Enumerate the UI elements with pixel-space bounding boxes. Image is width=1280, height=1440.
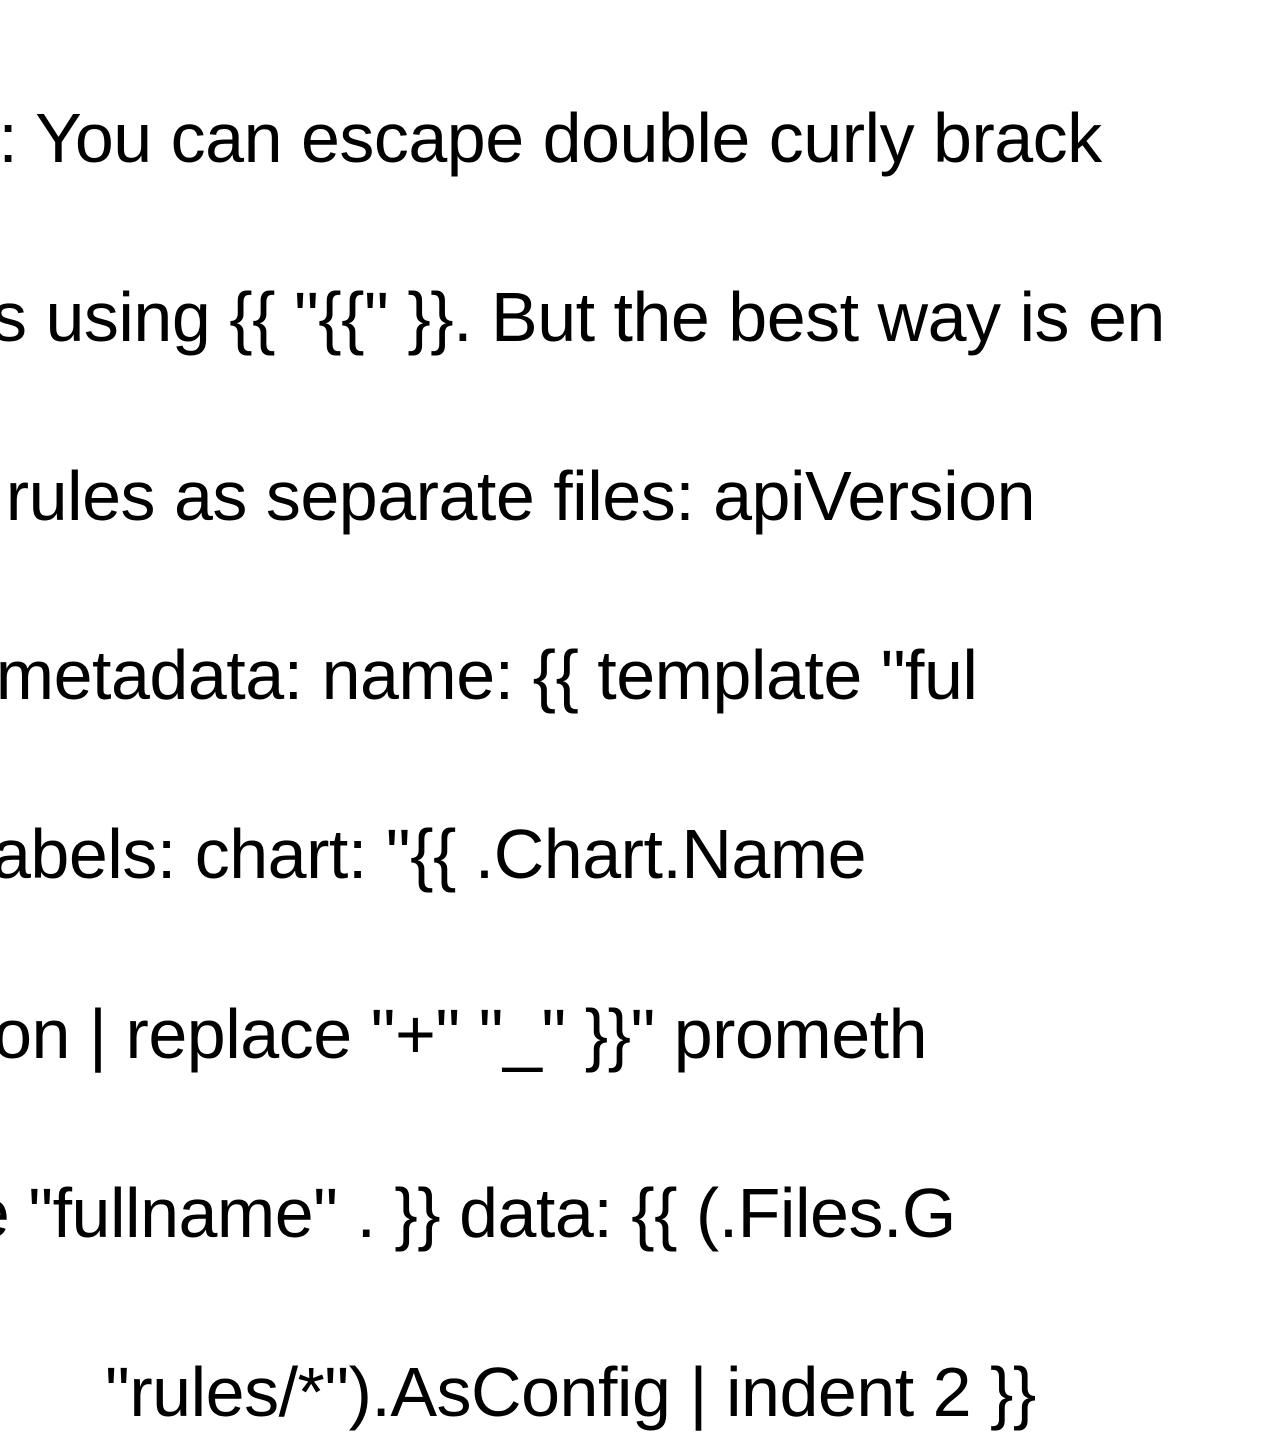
document-text-fragment: 2: You can escape double curly brack s u… — [0, 0, 1280, 720]
text-line-6: Version | replace "+" "_" }}" prometh — [0, 990, 1280, 1080]
text-line-7: plate "fullname" . }} data: {{ (.Files.G — [0, 1169, 1280, 1259]
text-line-3: ng rules as separate files: apiVersion — [0, 452, 1280, 542]
text-line-8: "rules/*").AsConfig | indent 2 }} — [105, 1348, 1280, 1438]
text-line-2: s using {{ "{{" }}. But the best way is … — [0, 273, 1280, 363]
text-line-4: ap metadata: name: {{ template "ful — [0, 631, 1280, 721]
text-line-5: les labels: chart: "{{ .Chart.Name — [0, 810, 1280, 900]
text-line-1: 2: You can escape double curly brack — [0, 94, 1280, 184]
